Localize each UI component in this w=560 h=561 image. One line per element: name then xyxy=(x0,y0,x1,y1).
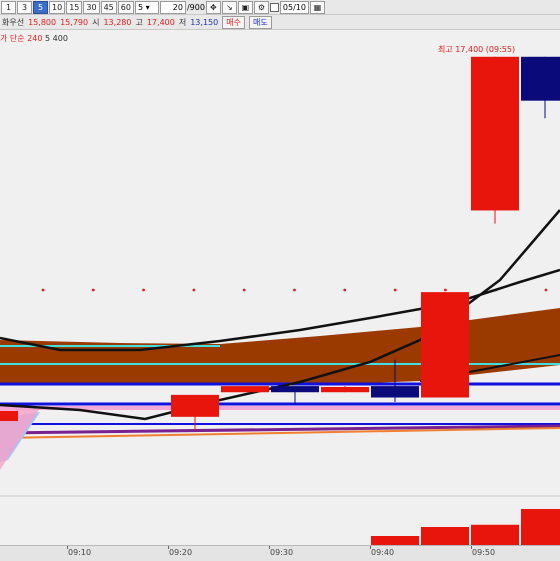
dot-marker xyxy=(242,288,246,292)
time-tick-mark xyxy=(168,546,169,549)
time-tick: 09:40 xyxy=(371,548,395,557)
dotted-line xyxy=(41,288,548,292)
dot-marker xyxy=(393,288,397,292)
time-tick: 09:10 xyxy=(68,548,92,557)
dot-marker xyxy=(192,288,196,292)
dot-marker xyxy=(142,288,146,292)
volume-group xyxy=(371,509,560,545)
volume-bar xyxy=(471,524,519,545)
dot-marker xyxy=(41,288,45,292)
dot-marker xyxy=(343,288,347,292)
time-tick: 09:30 xyxy=(270,548,294,557)
dot-marker xyxy=(293,288,296,292)
candle-body xyxy=(221,386,269,393)
dot-marker xyxy=(444,288,447,292)
candlestick-chart: 최고 17,400 (09:55) xyxy=(0,44,560,545)
time-tick: 09:20 xyxy=(169,548,193,557)
time-tick-mark xyxy=(67,546,68,549)
candle-body xyxy=(371,386,419,398)
left-red-block xyxy=(0,411,18,421)
time-tick-mark xyxy=(269,546,270,549)
volume-bar xyxy=(421,527,469,545)
candle-body xyxy=(471,56,519,211)
candle-body xyxy=(271,386,319,393)
time-tick-mark xyxy=(370,546,371,549)
candle-body xyxy=(521,56,560,101)
volume-bar xyxy=(521,509,560,545)
dot-marker xyxy=(544,288,548,292)
high-annotation: 최고 17,400 (09:55) xyxy=(438,44,515,54)
candle-body xyxy=(321,386,369,393)
time-tick-mark xyxy=(471,546,472,549)
volume-bar xyxy=(371,536,419,545)
candle-body xyxy=(171,394,219,417)
time-axis: 09:10 09:20 09:30 09:40 09:50 xyxy=(0,545,560,561)
dot-marker xyxy=(91,288,95,292)
time-tick: 09:50 xyxy=(472,548,496,557)
candle-body xyxy=(421,292,469,398)
